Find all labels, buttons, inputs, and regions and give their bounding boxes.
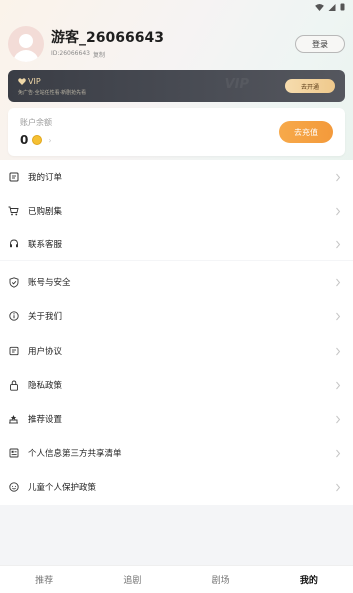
menu-group-settings: 账号与安全 关于我们 用户协议 隐私政策 推荐设置 个人信息第三方共享清单 儿童… (0, 261, 353, 505)
chevron-right-icon (336, 312, 341, 320)
heart-icon (18, 77, 26, 85)
user-id: ID:26066643 (51, 50, 90, 57)
menu-item-about[interactable]: 关于我们 (0, 299, 353, 333)
coin-icon (32, 135, 43, 145)
recommend-icon (8, 414, 19, 425)
menu-item-label: 儿童个人保护政策 (28, 483, 97, 493)
battery-icon (340, 3, 345, 11)
menu-item-label: 用户协议 (28, 347, 63, 357)
bottom-tab-bar: 推荐 追剧 剧场 我的 (0, 565, 353, 593)
balance-value: 0 (20, 133, 29, 147)
username: 游客_26066643 (51, 30, 164, 46)
lock-icon (8, 380, 19, 391)
menu-item-label: 隐私政策 (28, 381, 63, 391)
menu-item-recommend-settings[interactable]: 推荐设置 (0, 402, 353, 436)
status-bar (0, 0, 353, 14)
menu-item-label: 已购剧集 (28, 207, 63, 217)
uid-row: ID:26066643 复制 (51, 50, 295, 59)
wifi-icon (315, 3, 324, 11)
menu-group-orders: 我的订单 已购剧集 联系客服 (0, 160, 353, 260)
menu-item-privacy[interactable]: 隐私政策 (0, 368, 353, 402)
user-info: 游客_26066643 ID:26066643 复制 (51, 29, 295, 59)
signal-icon (328, 3, 336, 11)
recharge-button[interactable]: 去充值 (279, 121, 333, 143)
shield-icon (8, 276, 19, 288)
menu-item-child-protection[interactable]: 儿童个人保护政策 (0, 470, 353, 504)
menu-item-support[interactable]: 联系客服 (0, 227, 353, 261)
child-icon (8, 482, 19, 493)
balance-label: 账户余额 (20, 118, 52, 127)
list-icon (8, 448, 19, 459)
menu-item-label: 推荐设置 (28, 415, 63, 425)
chevron-right-icon (336, 173, 341, 181)
menu-item-orders[interactable]: 我的订单 (0, 160, 353, 194)
menu-item-account-security[interactable]: 账号与安全 (0, 265, 353, 299)
chevron-right-icon (336, 207, 341, 215)
tab-recommend[interactable]: 推荐 (0, 573, 88, 586)
menu-item-label: 关于我们 (28, 312, 63, 322)
cart-icon (8, 206, 19, 217)
chevron-right-icon (336, 381, 341, 389)
order-icon (8, 172, 19, 183)
menu-item-label: 个人信息第三方共享清单 (28, 449, 122, 459)
headset-icon (8, 239, 19, 250)
chevron-right-icon (336, 449, 341, 457)
chevron-right-icon (336, 347, 341, 355)
vip-card[interactable]: VIP VIP 免广告·全站任性看·新剧抢先看 去开通 (8, 70, 345, 102)
menu-item-label: 账号与安全 (28, 278, 71, 288)
chevron-right-icon (336, 278, 341, 286)
tab-theater[interactable]: 剧场 (177, 573, 265, 586)
vip-activate-button[interactable]: 去开通 (285, 79, 335, 93)
chevron-right-icon (336, 483, 341, 491)
balance-card: 账户余额 0 › 去充值 (8, 108, 345, 156)
menu-item-label: 联系客服 (28, 240, 63, 250)
chevron-right-icon (336, 240, 341, 248)
menu-item-third-party-list[interactable]: 个人信息第三方共享清单 (0, 436, 353, 470)
balance-info[interactable]: 账户余额 0 › (20, 117, 279, 147)
vip-watermark: VIP (224, 77, 249, 92)
vip-title-text: VIP (28, 76, 41, 86)
agreement-icon (8, 346, 19, 357)
tab-mine[interactable]: 我的 (265, 573, 353, 586)
profile-header: 游客_26066643 ID:26066643 复制 登录 (8, 24, 345, 64)
copy-id-link[interactable]: 复制 (93, 50, 105, 59)
menu-item-user-agreement[interactable]: 用户协议 (0, 334, 353, 368)
menu-item-label: 我的订单 (28, 173, 63, 183)
login-button[interactable]: 登录 (295, 35, 345, 53)
chevron-right-icon: › (48, 135, 52, 145)
chevron-right-icon (336, 415, 341, 423)
menu-item-purchased[interactable]: 已购剧集 (0, 194, 353, 228)
avatar[interactable] (8, 26, 44, 62)
info-icon (8, 311, 19, 322)
tab-following[interactable]: 追剧 (88, 573, 176, 586)
balance-row: 0 › (20, 133, 279, 147)
